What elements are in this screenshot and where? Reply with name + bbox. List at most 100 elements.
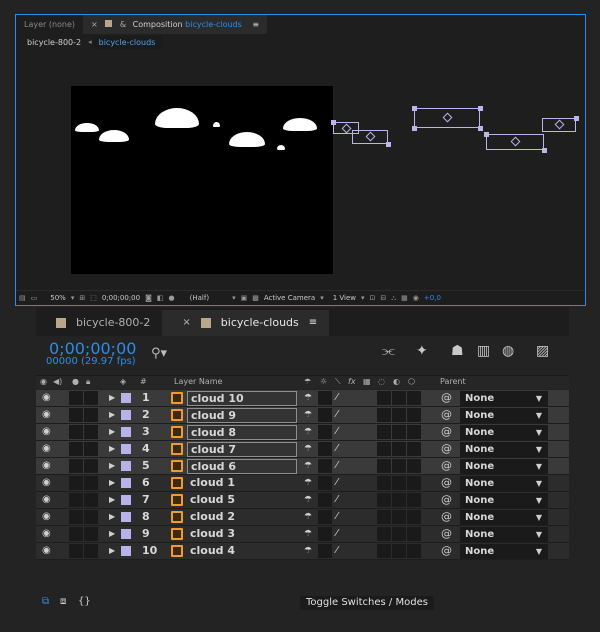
chevron-down-icon[interactable]: ▼ bbox=[536, 476, 542, 491]
chevron-down-icon[interactable]: ▼ bbox=[536, 544, 542, 559]
twirl-down-icon[interactable]: ▶ bbox=[109, 424, 115, 440]
region-icon[interactable]: ⬚ bbox=[90, 294, 97, 302]
transform-handle[interactable] bbox=[412, 106, 417, 111]
breadcrumb-item-active[interactable]: bicycle-clouds bbox=[91, 35, 163, 49]
zoom-select[interactable]: 50% bbox=[50, 294, 66, 302]
label-color-swatch[interactable] bbox=[121, 444, 131, 454]
3d-switch[interactable] bbox=[407, 459, 421, 473]
frame-blending-icon[interactable]: ▥ bbox=[477, 343, 490, 359]
label-color-swatch[interactable] bbox=[121, 393, 131, 403]
motion-blur-col-icon[interactable]: ◌ bbox=[378, 377, 385, 386]
lock-switch[interactable] bbox=[84, 442, 98, 456]
eye-icon[interactable]: ◉ bbox=[42, 424, 51, 440]
view-layout-select[interactable]: 1 View bbox=[333, 294, 356, 302]
eye-icon[interactable]: ◉ bbox=[42, 390, 51, 406]
chevron-down-icon[interactable]: ▼ bbox=[536, 459, 542, 474]
lock-switch[interactable] bbox=[84, 391, 98, 405]
adjustment-layer-icon[interactable]: ◐ bbox=[393, 377, 400, 386]
motion-blur-switch[interactable] bbox=[377, 527, 391, 541]
parent-select[interactable]: None ▼ bbox=[460, 510, 548, 525]
pick-whip-icon[interactable]: @ bbox=[441, 509, 452, 525]
layer-row[interactable]: ◉ ▶ 1 cloud 10 ☂ ⁄ @ None ▼ bbox=[36, 390, 569, 407]
tab-composition-viewer[interactable]: × & Composition bicycle-clouds ≡ bbox=[83, 15, 268, 34]
toggle-switches-modes-button[interactable]: Toggle Switches / Modes bbox=[300, 596, 434, 610]
fast-preview-icon[interactable]: ⊟ bbox=[380, 294, 386, 302]
parent-select[interactable]: None ▼ bbox=[460, 527, 548, 542]
layer-switches-icon[interactable]: ⧉ bbox=[42, 596, 49, 607]
adjustment-switch[interactable] bbox=[392, 544, 406, 558]
label-color-swatch[interactable] bbox=[121, 512, 131, 522]
eye-icon[interactable]: ◉ bbox=[42, 458, 51, 474]
solo-switch[interactable] bbox=[69, 408, 83, 422]
quality-switch-icon[interactable]: ⁄ bbox=[336, 543, 338, 559]
timeline-icon[interactable]: ▦ bbox=[401, 294, 408, 302]
pixel-aspect-icon[interactable]: ⊡ bbox=[370, 294, 376, 302]
3d-switch[interactable] bbox=[407, 391, 421, 405]
lock-switch[interactable] bbox=[84, 459, 98, 473]
label-color-swatch[interactable] bbox=[121, 410, 131, 420]
draft-3d-icon[interactable]: ✦ bbox=[416, 343, 428, 359]
resolution-select[interactable]: (Half) bbox=[190, 294, 209, 302]
monitor-icon[interactable]: ▭ bbox=[31, 294, 38, 302]
fit-icon[interactable]: ⊞ bbox=[79, 294, 85, 302]
layer-name[interactable]: cloud 10 bbox=[187, 391, 297, 406]
solo-switch[interactable] bbox=[69, 493, 83, 507]
adjustment-switch[interactable] bbox=[392, 425, 406, 439]
chevron-down-icon[interactable]: ▾ bbox=[320, 294, 324, 302]
motion-blur-switch[interactable] bbox=[377, 544, 391, 558]
camera-snapshot-icon[interactable]: ◙ bbox=[145, 294, 152, 302]
chevron-down-icon[interactable]: ▼ bbox=[536, 527, 542, 542]
3d-switch[interactable] bbox=[407, 493, 421, 507]
transfer-controls-icon[interactable]: ⧈ bbox=[60, 596, 66, 607]
breadcrumb-item[interactable]: bicycle-800-2 bbox=[20, 36, 88, 49]
layer-name[interactable]: cloud 8 bbox=[187, 425, 297, 440]
lock-switch[interactable] bbox=[84, 425, 98, 439]
reset-exposure-icon[interactable]: ◉ bbox=[413, 294, 419, 302]
layer-name[interactable]: cloud 1 bbox=[187, 476, 297, 491]
collapse-switch[interactable] bbox=[318, 476, 332, 490]
label-color-swatch[interactable] bbox=[121, 529, 131, 539]
lock-icon[interactable]: 🔒︎ bbox=[86, 377, 90, 387]
layer-name[interactable]: cloud 5 bbox=[187, 493, 297, 508]
collapse-switch[interactable] bbox=[318, 527, 332, 541]
collapse-switch[interactable] bbox=[318, 459, 332, 473]
motion-blur-switch[interactable] bbox=[377, 459, 391, 473]
collapse-switch[interactable] bbox=[318, 408, 332, 422]
exposure-value[interactable]: +0,0 bbox=[424, 294, 441, 302]
chevron-down-icon[interactable]: ▼ bbox=[536, 425, 542, 440]
transform-handle[interactable] bbox=[331, 120, 336, 125]
pick-whip-icon[interactable]: @ bbox=[441, 390, 452, 406]
label-tag-icon[interactable]: ◈ bbox=[120, 377, 126, 386]
column-parent[interactable]: Parent bbox=[440, 377, 466, 386]
region-of-interest-icon[interactable]: ▣ bbox=[241, 294, 248, 302]
collapse-icon[interactable]: ☼ bbox=[320, 377, 327, 386]
quality-switch-icon[interactable]: ⁄ bbox=[336, 475, 338, 491]
layer-row[interactable]: ◉ ▶ 9 cloud 3 ☂ ⁄ @ None ▼ bbox=[36, 526, 569, 543]
chevron-down-icon[interactable]: ▼ bbox=[536, 408, 542, 423]
parent-select[interactable]: None ▼ bbox=[460, 442, 548, 457]
close-icon[interactable]: × bbox=[91, 20, 98, 29]
transform-handle[interactable] bbox=[484, 132, 489, 137]
shy-icon[interactable]: ☂ bbox=[304, 377, 311, 386]
collapse-switch[interactable] bbox=[318, 425, 332, 439]
lock-switch[interactable] bbox=[84, 510, 98, 524]
label-color-swatch[interactable] bbox=[121, 478, 131, 488]
twirl-down-icon[interactable]: ▶ bbox=[109, 509, 115, 525]
twirl-down-icon[interactable]: ▶ bbox=[109, 526, 115, 542]
parent-select[interactable]: None ▼ bbox=[460, 425, 548, 440]
chevron-down-icon[interactable]: ▾ bbox=[232, 294, 236, 302]
layer-name[interactable]: cloud 2 bbox=[187, 510, 297, 525]
shy-switch-icon[interactable]: ☂ bbox=[304, 492, 312, 508]
parent-select[interactable]: None ▼ bbox=[460, 544, 548, 559]
twirl-down-icon[interactable]: ▶ bbox=[109, 543, 115, 559]
twirl-down-icon[interactable]: ▶ bbox=[109, 475, 115, 491]
solo-switch[interactable] bbox=[69, 544, 83, 558]
transform-handle[interactable] bbox=[574, 116, 579, 121]
quality-switch-icon[interactable]: ⁄ bbox=[336, 424, 338, 440]
twirl-down-icon[interactable]: ▶ bbox=[109, 407, 115, 423]
transform-handle[interactable] bbox=[386, 142, 391, 147]
layer-row[interactable]: ◉ ▶ 6 cloud 1 ☂ ⁄ @ None ▼ bbox=[36, 475, 569, 492]
3d-switch[interactable] bbox=[407, 425, 421, 439]
3d-switch[interactable] bbox=[407, 408, 421, 422]
transparency-grid-icon[interactable]: ▩ bbox=[252, 294, 259, 302]
